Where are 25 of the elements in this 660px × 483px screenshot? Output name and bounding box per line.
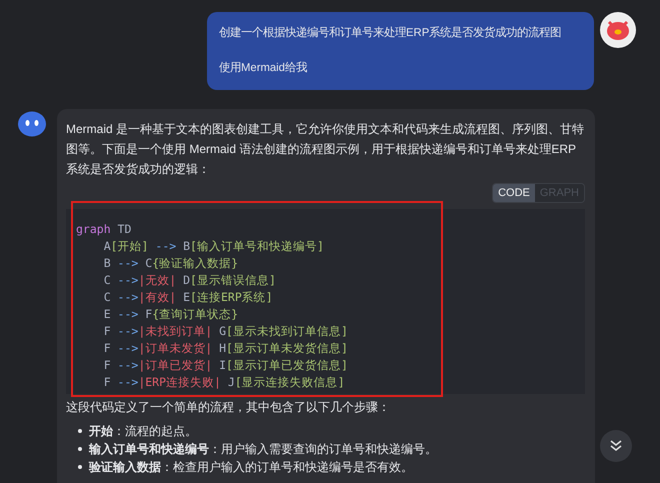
code-line: F -->|订单未发货| H[显示订单未发货信息] [102,340,349,357]
bullet-icon [78,429,82,433]
list-item: 开始：流程的起点。 [89,423,197,440]
list-item: 验证输入数据：检查用户输入的订单号和快递编号是否有效。 [89,459,413,476]
code-line: F -->|未找到订单| G[显示未找到订单信息] [102,323,349,340]
code-line: A[开始] --> B[输入订单号和快递编号] [102,238,325,255]
code-line: C -->|有效| E[连接ERP系统] [102,289,274,306]
bullet-icon [78,447,82,451]
message-text: Mermaid 是一种基于文本的图表创建工具，它允许你使用文本和代码来生成流程图、序列图、甘特图等。下面是一个使用 Mermaid 语法创建的流程图示例，用于根据快递编号和订单号来处理ERP系统是否发货成功的逻辑： [66,121,585,178]
list-item: 输入订单号和快递编号：用户输入需要查询的订单号和快递编号。 [89,441,437,458]
code-line: F -->|订单已发货| I[显示订单已发货信息] [102,357,349,374]
code-line: B --> C{验证输入数据} [102,255,240,272]
pig-icon [605,19,631,41]
view-tab[interactable]: CODE [493,184,535,202]
code-line: C -->|无效| D[显示错误信息] [102,272,277,289]
message-text: 这段代码定义了一个简单的流程，其中包含了以下几个步骤： [66,399,391,416]
bot-avatar [18,111,46,137]
double-chevron-icon [609,439,623,453]
code-line: E --> F{查询订单状态} [102,306,240,323]
code-line: F -->|ERP连接失败| J[显示连接失败信息] [102,374,346,391]
scroll-down-button[interactable] [600,430,632,462]
bullet-icon [78,465,82,469]
code-line: graph TD [76,221,132,238]
message-text: 创建一个根据快递编号和订单号来处理ERP系统是否发货成功的流程图 [219,25,562,41]
message-text: 使用Mermaid给我 [219,60,308,76]
